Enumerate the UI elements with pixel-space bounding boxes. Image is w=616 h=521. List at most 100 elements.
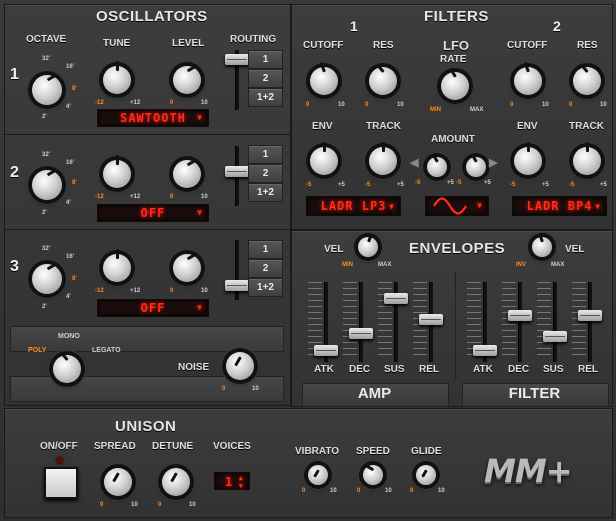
osc1-tune-knob[interactable] — [103, 61, 131, 94]
osc3-waveform-select[interactable]: OFF ▼ — [97, 299, 209, 317]
osc2-level-knob[interactable] — [173, 158, 201, 188]
osc2-octave-knob[interactable] — [32, 168, 62, 200]
filter2-res-knob[interactable] — [573, 63, 601, 95]
unison-detune-knob[interactable] — [162, 468, 190, 496]
osc1-octave-knob[interactable] — [32, 73, 62, 105]
filter1-type-arrow-icon: ▼ — [389, 202, 395, 211]
osc3-octave-knob[interactable] — [32, 262, 62, 294]
filter1-cutoff-max: 10 — [338, 102, 345, 108]
osc3-routing-12-button[interactable]: 1+2 — [248, 278, 283, 297]
glide-knob[interactable] — [416, 465, 436, 485]
mm-plus-logo-text: MM+ — [484, 452, 572, 490]
osc3-routing-1-button[interactable]: 1 — [248, 240, 283, 259]
osc2-level-max: 10 — [201, 194, 208, 200]
lfo-amount1-knob[interactable] — [427, 154, 447, 177]
amp-sus-fader[interactable] — [384, 292, 408, 304]
vibrato-knob[interactable] — [308, 465, 328, 485]
filter2-cutoff-knob[interactable] — [514, 62, 542, 95]
filter2-res-min: 0 — [569, 102, 573, 108]
filter1-cutoff-knob[interactable] — [310, 62, 338, 95]
osc3-level-knob[interactable] — [173, 252, 201, 282]
filter1-env-knob[interactable] — [310, 142, 338, 175]
lfo-amount2-knob[interactable] — [466, 154, 486, 177]
osc1-level-knob[interactable] — [173, 64, 201, 94]
amp-dec-fader[interactable] — [349, 327, 373, 339]
filter2-type-select[interactable]: LADR BP4 ▼ — [512, 196, 607, 216]
speed-knob[interactable] — [363, 464, 383, 485]
filter-dec-fader[interactable] — [508, 310, 532, 321]
osc2-routing-12-button[interactable]: 1+2 — [248, 183, 283, 202]
filter2-env-max: +5 — [542, 182, 549, 188]
lfo-rate-knob[interactable] — [441, 67, 469, 100]
amp-vel-knob[interactable] — [358, 233, 378, 257]
filter-env-scale — [572, 282, 586, 360]
lfo-left-arrow-icon[interactable]: ◀ — [410, 156, 418, 169]
osc1-number: 1 — [10, 66, 19, 83]
unison-spread-knob[interactable] — [104, 468, 132, 496]
osc3-routing-slider[interactable] — [225, 280, 249, 291]
filter1-res-knob[interactable] — [369, 63, 397, 95]
filter-rel-label: REL — [578, 364, 598, 375]
vibrato-max: 10 — [330, 488, 337, 494]
osc1-waveform-select[interactable]: SAWTOOTH ▼ — [97, 109, 209, 127]
osc2-oct-2: 2' — [42, 210, 47, 216]
filter-atk-fader[interactable] — [473, 345, 497, 356]
filter-vel-knob[interactable] — [532, 233, 552, 257]
filter2-track-knob[interactable] — [573, 142, 601, 175]
filter1-cutoff-label: CUTOFF — [303, 40, 344, 51]
filter1-cutoff-min: 0 — [306, 102, 310, 108]
osc2-routing-2-button[interactable]: 2 — [248, 164, 283, 183]
amp-envelope-label: AMP — [357, 385, 392, 402]
lfo-waveform-select[interactable]: ▼ — [425, 196, 489, 216]
lfo-amount2-max: +5 — [484, 180, 491, 186]
osc1-oct-32: 32' — [42, 56, 51, 62]
filters-title: FILTERS — [424, 8, 489, 25]
osc1-routing-12-button[interactable]: 1+2 — [248, 88, 283, 107]
osc2-routing-1-button[interactable]: 1 — [248, 145, 283, 164]
filter1-type-select[interactable]: LADR LP3 ▼ — [306, 196, 401, 216]
osc2-waveform-value: OFF — [140, 206, 166, 220]
filter-sus-fader[interactable] — [543, 331, 567, 342]
unison-spread-min: 0 — [100, 502, 104, 508]
osc1-routing-slider[interactable] — [225, 54, 249, 65]
amp-rel-fader[interactable] — [419, 313, 443, 325]
filter1-track-knob[interactable] — [369, 142, 397, 175]
osc3-routing-2-button[interactable]: 2 — [248, 259, 283, 278]
filter-env-scale — [537, 282, 551, 360]
sine-wave-icon — [433, 197, 467, 215]
osc2-oct-4: 4' — [66, 200, 71, 206]
filter2-track-min: -5 — [569, 182, 575, 188]
unison-voices-select[interactable]: 1 ▲ ▼ — [214, 472, 250, 490]
osc1-routing-1-button[interactable]: 1 — [248, 50, 283, 69]
noise-knob[interactable] — [226, 352, 254, 380]
amp-sus-label: SUS — [384, 364, 405, 375]
speed-max: 10 — [385, 488, 392, 494]
unison-led-icon — [56, 457, 63, 464]
osc1-routing-2-button[interactable]: 2 — [248, 69, 283, 88]
osc1-oct-2: 2' — [42, 114, 47, 120]
divider — [4, 134, 291, 135]
filter-rel-fader[interactable] — [578, 310, 602, 321]
osc2-oct-8: 8' — [72, 180, 77, 186]
voice-mode-knob[interactable] — [53, 351, 81, 383]
speed-min: 0 — [357, 488, 361, 494]
osc2-waveform-select[interactable]: OFF ▼ — [97, 204, 209, 222]
osc2-oct-32: 32' — [42, 152, 51, 158]
osc2-tune-knob[interactable] — [103, 155, 131, 188]
osc2-oct-16: 16' — [66, 160, 75, 166]
lfo-right-arrow-icon[interactable]: ▶ — [489, 156, 497, 169]
filter1-env-label: ENV — [312, 121, 333, 132]
level-label: LEVEL — [172, 38, 205, 49]
amp-atk-fader[interactable] — [314, 345, 338, 356]
osc3-tune-knob[interactable] — [103, 249, 131, 282]
amp-atk-label: ATK — [314, 364, 334, 375]
unison-toggle-button[interactable] — [44, 467, 78, 499]
osc2-routing-slider[interactable] — [225, 166, 249, 177]
filter2-cutoff-label: CUTOFF — [507, 40, 548, 51]
osc1-tune-min: -12 — [95, 100, 104, 106]
filter2-env-knob[interactable] — [514, 142, 542, 175]
unison-voices-stepper-icon[interactable]: ▲ ▼ — [239, 474, 244, 490]
filter-rel-track — [588, 282, 592, 362]
osc3-oct-16: 16' — [66, 254, 75, 260]
lfo-waveform-arrow-icon: ▼ — [477, 201, 483, 210]
